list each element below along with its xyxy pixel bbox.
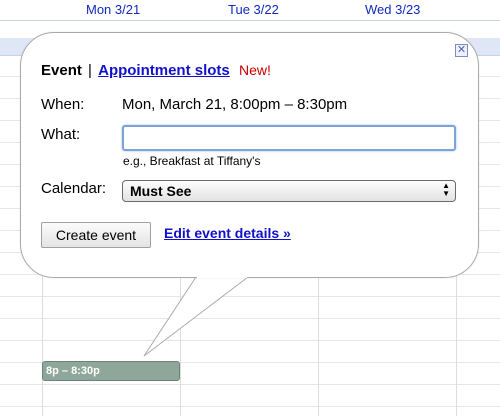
tab-separator: | xyxy=(88,62,92,79)
grid-hour-line xyxy=(0,296,500,297)
what-label: What: xyxy=(41,126,81,143)
create-event-button[interactable]: Create event xyxy=(41,222,151,248)
calendar-day-header: Mon 3/21 Tue 3/22 Wed 3/23 xyxy=(0,0,500,21)
tab-event[interactable]: Event xyxy=(41,62,82,79)
new-event-chip[interactable]: 8p – 8:30p xyxy=(42,361,180,381)
calendar-selected-value: Must See xyxy=(130,183,192,199)
grid-hour-line xyxy=(0,318,500,319)
when-value: Mon, March 21, 8:00pm – 8:30pm xyxy=(122,96,348,113)
what-input[interactable] xyxy=(122,125,456,151)
calendar-label: Calendar: xyxy=(41,180,107,197)
calendar-select[interactable]: Must See ▲ ▼ xyxy=(122,180,456,202)
bubble-tabs: Event | Appointment slots New! xyxy=(41,62,271,79)
when-label: When: xyxy=(41,96,85,113)
day-header-mon[interactable]: Mon 3/21 xyxy=(86,2,140,17)
day-header-wed[interactable]: Wed 3/23 xyxy=(365,2,420,17)
close-symbol: ✕ xyxy=(456,43,467,56)
what-hint: e.g., Breakfast at Tiffany's xyxy=(123,154,261,168)
close-icon[interactable]: ✕ xyxy=(455,44,468,57)
edit-event-details-link[interactable]: Edit event details » xyxy=(164,225,291,241)
event-chip-time: 8p – 8:30p xyxy=(46,365,100,377)
grid-hour-line xyxy=(0,406,500,407)
select-arrows-icon: ▲ ▼ xyxy=(442,181,450,198)
tab-appointment-slots[interactable]: Appointment slots xyxy=(98,62,230,79)
grid-hour-line xyxy=(0,340,500,341)
new-badge: New! xyxy=(238,62,271,78)
day-header-tue[interactable]: Tue 3/22 xyxy=(228,2,279,17)
grid-hour-line xyxy=(0,384,500,385)
